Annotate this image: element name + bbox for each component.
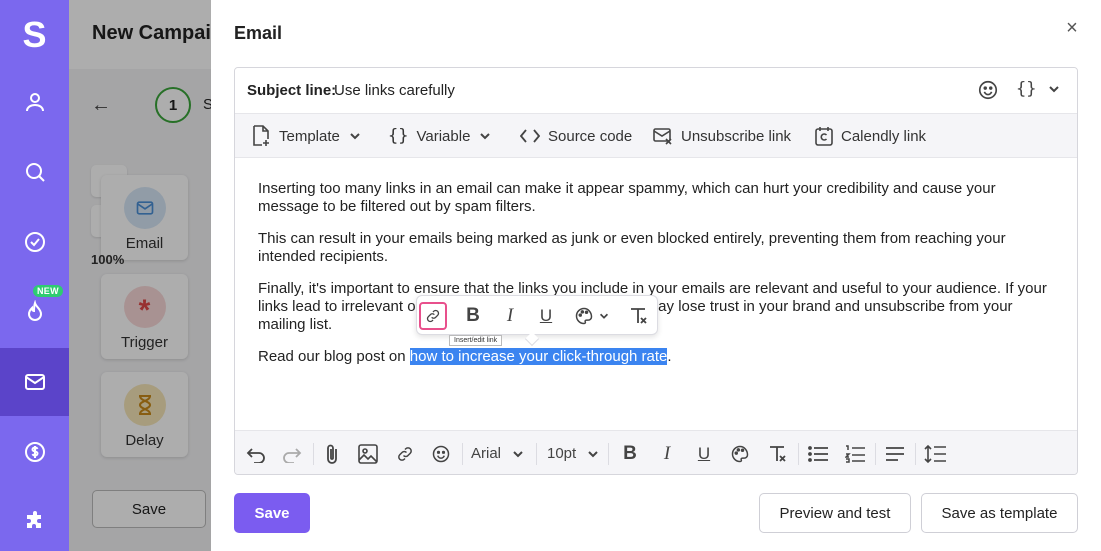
separator <box>313 443 314 465</box>
palette-icon[interactable] <box>727 431 753 474</box>
link-tooltip: Insert/edit link <box>449 335 503 346</box>
font-size-value: 10pt <box>547 445 577 462</box>
calendly-link-button[interactable]: Calendly link <box>815 114 926 158</box>
nav-tasks[interactable] <box>0 208 69 276</box>
flame-icon <box>27 300 42 321</box>
preview-and-test-button[interactable]: Preview and test <box>759 493 911 533</box>
floating-format-toolbar: B I U <box>416 295 658 347</box>
separator <box>608 443 609 465</box>
template-icon <box>253 125 269 146</box>
italic-icon[interactable]: I <box>654 431 680 474</box>
numbered-list-icon[interactable] <box>842 431 868 474</box>
chevron-down-icon[interactable] <box>1047 82 1061 101</box>
font-family-select[interactable]: Arial <box>471 431 527 474</box>
chevron-down-icon <box>513 450 523 457</box>
chevron-down-icon <box>599 313 609 319</box>
selected-text[interactable]: how to increase your click-through rate <box>409 348 668 365</box>
paragraph: This can result in your emails being mar… <box>258 230 1006 265</box>
modal-title: Email <box>234 23 283 43</box>
unsubscribe-label: Unsubscribe link <box>681 127 792 145</box>
subject-line-row[interactable]: Subject line: Use links carefully {} <box>235 68 1077 114</box>
dollar-icon <box>24 442 45 462</box>
template-label: Template <box>279 127 340 145</box>
code-icon <box>520 129 540 143</box>
user-icon <box>25 93 44 112</box>
separator <box>875 443 876 465</box>
calendar-icon <box>815 127 833 146</box>
puzzle-icon <box>26 511 41 528</box>
modal-backdrop[interactable] <box>69 0 211 551</box>
attachment-icon[interactable] <box>319 431 345 474</box>
source-code-label: Source code <box>548 127 633 145</box>
separator <box>798 443 799 465</box>
email-editor: Subject line: Use links carefully {} Tem… <box>234 67 1078 475</box>
save-button[interactable]: Save <box>234 493 310 533</box>
separator <box>915 443 916 465</box>
formatting-toolbar: Arial 10pt B I U <box>235 430 1077 474</box>
underline-icon[interactable]: U <box>534 302 558 330</box>
separator <box>462 443 463 465</box>
bold-icon[interactable]: B <box>461 302 485 330</box>
italic-icon[interactable]: I <box>498 302 522 330</box>
paragraph-text: . <box>667 348 672 365</box>
search-icon <box>25 163 45 182</box>
check-circle-icon <box>24 232 45 252</box>
template-dropdown[interactable]: Template <box>251 114 362 158</box>
close-icon[interactable]: × <box>1062 17 1082 40</box>
paragraph-text: Read our blog post on <box>258 348 410 365</box>
editor-toolbar: Template {} Variable Source code Unsubsc… <box>235 114 1077 158</box>
subject-input[interactable]: Use links carefully <box>334 82 455 99</box>
nav-integrations[interactable] <box>0 488 69 551</box>
align-icon[interactable] <box>882 431 908 474</box>
paragraph: Inserting too many links in an email can… <box>258 180 996 215</box>
clear-format-icon[interactable] <box>764 431 790 474</box>
braces-icon: {} <box>388 126 409 146</box>
nav-contacts[interactable] <box>0 68 69 136</box>
separator <box>536 443 537 465</box>
line-height-icon[interactable] <box>922 431 948 474</box>
chevron-down-icon <box>480 133 491 140</box>
chevron-down-icon <box>350 133 360 140</box>
link-icon <box>426 309 440 323</box>
new-badge: NEW <box>33 285 63 297</box>
app-logo[interactable]: S <box>0 10 69 60</box>
emoji-icon[interactable] <box>428 431 454 474</box>
unsubscribe-link-button[interactable]: Unsubscribe link <box>653 114 791 158</box>
nav-deals[interactable] <box>0 418 69 486</box>
bullet-list-icon[interactable] <box>805 431 831 474</box>
email-modal: Email × Subject line: Use links carefull… <box>211 0 1101 551</box>
nav-search[interactable] <box>0 138 69 206</box>
underline-icon[interactable]: U <box>691 431 717 474</box>
nav-campaigns[interactable] <box>0 348 69 416</box>
paragraph: Read our blog post on how to increase yo… <box>258 348 1054 366</box>
variable-braces-icon[interactable]: {} <box>1016 79 1036 99</box>
image-icon[interactable] <box>355 431 381 474</box>
email-body[interactable]: Inserting too many links in an email can… <box>235 158 1077 430</box>
font-family-value: Arial <box>471 445 502 462</box>
variable-label: Variable <box>416 127 471 145</box>
chevron-down-icon <box>588 450 598 457</box>
subject-label: Subject line: <box>247 82 337 99</box>
clear-format-icon[interactable] <box>626 302 650 330</box>
emoji-icon[interactable] <box>977 79 999 106</box>
link-icon[interactable] <box>392 431 418 474</box>
font-size-select[interactable]: 10pt <box>547 431 603 474</box>
source-code-button[interactable]: Source code <box>520 114 632 158</box>
text-color-dropdown[interactable] <box>571 302 613 330</box>
save-as-template-button[interactable]: Save as template <box>921 493 1078 533</box>
calendly-label: Calendly link <box>841 127 927 145</box>
mail-icon <box>24 374 45 390</box>
palette-icon <box>575 307 593 325</box>
undo-icon[interactable] <box>243 431 269 474</box>
redo-icon[interactable] <box>279 431 305 474</box>
left-nav: S NEW <box>0 0 69 551</box>
insert-link-button[interactable] <box>419 302 447 330</box>
mail-x-icon <box>653 128 672 145</box>
variable-dropdown[interactable]: {} Variable <box>388 114 492 158</box>
bold-icon[interactable]: B <box>617 431 643 474</box>
